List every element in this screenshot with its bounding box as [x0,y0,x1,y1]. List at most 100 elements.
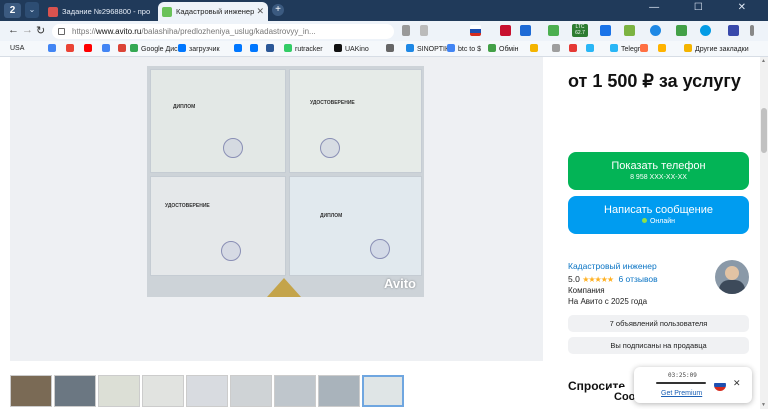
scroll-down-icon[interactable]: ▼ [761,402,766,408]
close-vpn-icon[interactable]: ✕ [733,378,741,389]
stamp-icon [320,138,340,158]
tab-favicon-icon [48,7,58,17]
bookmark-item[interactable]: Обмін [488,44,519,54]
bookmark-item[interactable]: UAKino [334,44,369,54]
masked-phone: 8 958 XXX-XX-XX [630,174,687,181]
tab-title: Задание №2968800 - про [62,7,151,16]
online-dot-icon [641,218,647,223]
bookmark-favicon-icon [488,44,496,52]
thumbnail[interactable] [54,375,96,407]
thumbnail[interactable] [230,375,272,407]
bookmark-favicon-icon [266,44,274,52]
bookmark-item[interactable]: rutracker [284,44,323,54]
tab-group-button[interactable]: 2 [4,3,21,18]
reviews-link[interactable]: 6 отзывов [618,274,657,284]
bookmark-favicon-icon [406,44,414,52]
thumbnail[interactable] [274,375,316,407]
tab-avito-active[interactable]: Кадастровый инженер ✕ [158,2,268,21]
bookmark-item[interactable] [266,44,277,54]
doc-title: ДИПЛОМ [320,213,343,219]
russia-flag-icon[interactable] [714,379,726,391]
scroll-up-icon[interactable]: ▲ [761,58,766,64]
listing-photo[interactable]: ДИПЛОМ УДОСТОВЕРЕНИЕ УДОСТОВЕРЕНИЕ ДИПЛО… [147,66,424,297]
russia-flag-extension-icon[interactable] [470,25,481,36]
new-tab-button[interactable]: + [272,4,284,16]
thumbnail[interactable] [98,375,140,407]
bookmark-item[interactable]: USA [10,44,24,54]
bookmark-item[interactable] [658,44,669,54]
photo-gallery[interactable]: ДИПЛОМ УДОСТОВЕРЕНИЕ УДОСТОВЕРЕНИЕ ДИПЛО… [10,57,543,361]
bookmark-label: Telegr [621,46,641,53]
bookmark-label: SINOPTIK [417,46,450,53]
extension-icon[interactable] [548,25,559,36]
bookmark-star-icon[interactable] [420,25,428,36]
bookmark-item[interactable]: btc to $ [447,44,481,54]
bookmark-favicon-icon [552,44,560,52]
extension-icon[interactable] [650,25,661,36]
bookmark-item[interactable] [48,44,59,54]
bookmark-favicon-icon [130,44,138,52]
write-message-label: Написать сообщение [604,204,713,216]
tab-list-chevron-icon[interactable]: ⌄ [25,2,39,18]
write-message-button[interactable]: Написать сообщение Онлайн [568,196,749,234]
extension-icon[interactable] [624,25,635,36]
thumbnail-selected[interactable] [362,375,404,407]
thumbnail[interactable] [186,375,228,407]
bookmark-label: rutracker [295,46,323,53]
forward-arrow-icon[interactable]: → [22,24,33,36]
extensions-puzzle-icon[interactable] [728,25,739,36]
bookmark-item[interactable] [640,44,651,54]
back-arrow-icon[interactable]: ← [8,24,19,36]
extension-icon[interactable] [500,25,511,36]
bookmark-label: USA [10,45,25,52]
url-path: /balashiha/predlozheniya_uslug/kadastrov… [141,27,316,36]
bookmark-item[interactable] [386,44,397,54]
avito-watermark: Avito [383,276,416,291]
ltc-price-extension-icon[interactable]: LTC 62.7 [572,24,588,37]
menu-kebab-icon[interactable] [750,25,754,36]
thumbnail[interactable] [10,375,52,407]
bookmark-item[interactable] [84,44,95,54]
subscribed-button[interactable]: Вы подписаны на продавца [568,337,749,354]
window-controls[interactable]: — ☐ ✕ [649,2,762,13]
seller-avatar[interactable] [715,260,749,294]
extension-icon[interactable] [600,25,611,36]
address-bar[interactable]: https://www.avito.ru/balashiha/predlozhe… [52,24,394,39]
bookmark-favicon-icon [658,44,666,52]
bookmark-item[interactable]: Другие закладки [684,44,749,54]
doc-title: ДИПЛОМ [173,104,196,110]
bookmark-item[interactable]: Telegr [610,44,640,54]
thumbnail[interactable] [142,375,184,407]
reload-icon[interactable]: ↻ [36,24,45,37]
listing-sidebar: от 1 500 ₽ за услугу Показать телефон 8 … [555,57,760,409]
lock-icon [58,28,65,35]
bookmark-item[interactable] [234,44,245,54]
get-premium-link[interactable]: Get Premium [661,390,702,397]
thumbnail[interactable] [318,375,360,407]
bookmark-item[interactable]: SINOPTIK [406,44,450,54]
bookmark-item[interactable] [66,44,77,54]
stamp-icon [221,241,241,261]
tab-task[interactable]: Задание №2968800 - про [44,2,154,21]
user-listings-button[interactable]: 7 объявлений пользователя [568,315,749,332]
extension-icon[interactable] [520,25,531,36]
bookmark-item[interactable]: загрузчик [178,44,220,54]
show-phone-button[interactable]: Показать телефон 8 958 XXX-XX-XX [568,152,749,190]
bookmark-item[interactable] [569,44,580,54]
bookmark-item[interactable] [102,44,113,54]
bookmark-item[interactable] [586,44,597,54]
close-tab-icon[interactable]: ✕ [256,2,264,21]
bookmark-item[interactable] [118,44,129,54]
extension-icon[interactable] [700,25,711,36]
seller-name-link[interactable]: Кадастровый инженер [568,261,657,271]
share-icon[interactable] [402,25,410,36]
bookmark-item[interactable] [552,44,563,54]
vpn-widget[interactable]: 03:25:09 Get Premium ✕ [634,367,752,403]
scrollbar-thumb[interactable] [761,108,767,153]
download-icon[interactable] [676,25,687,36]
bookmark-item[interactable] [530,44,541,54]
bookmark-item[interactable]: Google Диск [130,44,181,54]
bookmark-item[interactable] [250,44,261,54]
stamp-icon [223,138,243,158]
surveyor-logo [267,278,301,297]
